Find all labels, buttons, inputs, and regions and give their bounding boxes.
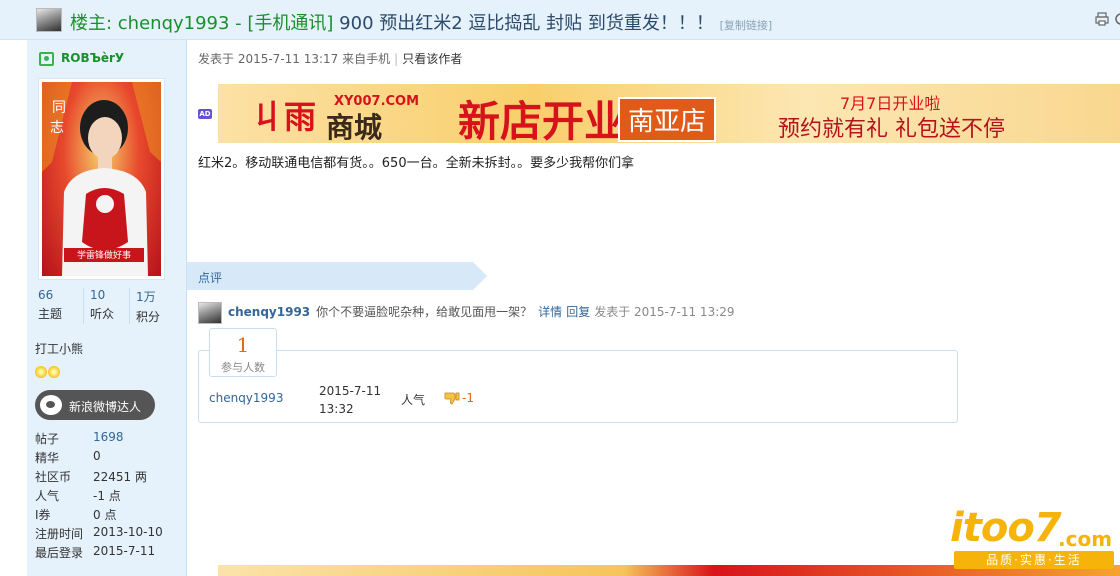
stat-points-value[interactable]: 1万 xyxy=(136,288,174,305)
site-watermark: itoo7 .com 品质·实惠·生活 xyxy=(946,505,1120,571)
svg-text:学雷锋做好事: 学雷锋做好事 xyxy=(77,249,131,261)
stat-points-label: 积分 xyxy=(136,310,161,324)
stat-points[interactable]: 1万 积分 xyxy=(129,288,174,324)
rating-field: 人气 xyxy=(401,393,426,407)
weibo-icon xyxy=(40,395,62,415)
info-value: 0 xyxy=(93,449,101,463)
stat-followers-label: 听众 xyxy=(90,307,115,321)
thumbs-down-icon xyxy=(444,392,460,405)
author-only-link[interactable]: 只看该作者 xyxy=(402,52,462,66)
author-sidebar: ROBЪèrУ 学雷锋做好事 同 志 66 主题 10 听众 1万 积分 打工小… xyxy=(27,40,187,576)
banner-branch: 南亚店 xyxy=(618,97,717,142)
meta-divider: | xyxy=(394,52,399,66)
info-key: 人气 xyxy=(35,489,60,503)
stat-threads[interactable]: 66 主题 xyxy=(38,288,83,324)
print-icon[interactable] xyxy=(1095,12,1109,26)
watermark-logo: itoo7 xyxy=(950,505,1062,551)
post-timestamp: 发表于 2015-7-11 13:17 来自手机 xyxy=(198,52,391,66)
online-status-icon xyxy=(39,52,54,66)
rating-value: -1 xyxy=(462,391,474,405)
post-meta: 发表于 2015-7-11 13:17 来自手机 | 只看该作者 xyxy=(198,50,462,67)
ad-label: AD xyxy=(198,109,212,119)
avatar[interactable]: 学雷锋做好事 同 志 xyxy=(38,78,165,280)
avatar-illustration: 学雷锋做好事 同 志 xyxy=(42,82,161,276)
watermark-tagline: 品质·实惠·生活 xyxy=(954,551,1114,569)
comment-user[interactable]: chenqy1993 xyxy=(228,305,310,319)
comment-time: 发表于 2015-7-11 13:29 xyxy=(594,305,735,319)
info-row: 注册时间 2013-10-10 xyxy=(35,525,185,544)
info-value: 2015-7-11 xyxy=(93,544,156,558)
rating-date-day: 2015-7-11 xyxy=(319,384,382,398)
comment-reply-link[interactable]: 回复 xyxy=(566,305,590,319)
svg-text:同: 同 xyxy=(52,100,66,116)
comments-header: 点评 xyxy=(187,262,487,290)
thread-title: 楼主: chenqy1993 - [手机通讯] 900 预出红米2 逗比捣乱 封… xyxy=(70,9,772,35)
stat-followers-value[interactable]: 10 xyxy=(90,288,128,302)
stat-followers[interactable]: 10 听众 xyxy=(83,288,128,324)
star-icon xyxy=(48,366,60,378)
stat-threads-value[interactable]: 66 xyxy=(38,288,83,302)
banner-slogan: 预约就有礼 礼包送不停 xyxy=(778,117,1005,142)
info-row: 帖子 1698 xyxy=(35,430,185,449)
info-key: 精华 xyxy=(35,451,60,465)
info-key: 帖子 xyxy=(35,432,60,446)
post-body: 红米2。移动联通电信都有货。。650一台。全新未拆封。。要多少我帮你们拿 xyxy=(198,156,635,171)
comment-text: 你个不要逼脸呢杂种，给敢见面甩一架？ xyxy=(316,305,533,319)
info-value: 22451 两 xyxy=(93,470,147,484)
info-row: 人气 -1 点 xyxy=(35,487,185,506)
info-row: 社区币 22451 两 xyxy=(35,468,185,487)
stat-threads-label: 主题 xyxy=(38,307,63,321)
info-value: -1 点 xyxy=(93,489,121,503)
info-value: 2013-10-10 xyxy=(93,525,163,539)
comment-item: chenqy1993 你个不要逼脸呢杂种，给敢见面甩一架？ 详情 回复 发表于 2015… xyxy=(228,303,735,320)
gear-icon[interactable] xyxy=(1113,12,1120,26)
info-key: 注册时间 xyxy=(35,527,84,541)
author-stats: 66 主题 10 听众 1万 积分 xyxy=(27,288,187,324)
info-value-posts[interactable]: 1698 xyxy=(93,430,124,444)
rating-user[interactable]: chenqy1993 xyxy=(209,391,283,405)
author-username[interactable]: ROBЪèrУ xyxy=(61,51,124,65)
watermark-domain: .com xyxy=(1058,527,1113,551)
comments-title: 点评 xyxy=(198,271,223,285)
weibo-badge[interactable]: 新浪微博达人 xyxy=(35,390,155,420)
info-row: 最后登录 2015-7-11 xyxy=(35,544,185,563)
rating-box xyxy=(198,350,958,423)
info-value: 0 点 xyxy=(93,508,117,522)
banner-shop-name: 商城 xyxy=(326,111,383,143)
info-key: 最后登录 xyxy=(35,546,84,560)
rating-count: 1 xyxy=(236,333,250,357)
rating-date-time: 13:32 xyxy=(319,402,354,416)
comment-detail-link[interactable]: 详情 xyxy=(538,305,562,319)
rating-date: 2015-7-11 13:32 xyxy=(319,382,381,418)
user-group[interactable]: 打工小熊 xyxy=(35,340,83,357)
weibo-badge-label: 新浪微博达人 xyxy=(69,400,142,414)
banner-logo: 丩雨 xyxy=(252,98,317,136)
ad-banner[interactable]: 丩雨 XY007.COM 商城 新店开业 南亚店 7月7日开业啦 预约就有礼 礼… xyxy=(218,84,1120,143)
title-prefix[interactable]: 楼主: chenqy1993 - [手机通讯] xyxy=(70,13,333,34)
info-key: 社区币 xyxy=(35,470,72,484)
info-row: I券 0 点 xyxy=(35,506,185,525)
author-thumbnail[interactable] xyxy=(36,8,62,32)
star-icon xyxy=(35,366,47,378)
info-key: I券 xyxy=(35,508,51,522)
svg-text:志: 志 xyxy=(50,120,64,136)
info-row: 精华 0 xyxy=(35,449,185,468)
copy-link-button[interactable]: [复制链接] xyxy=(720,19,773,32)
author-info: 帖子 1698 精华 0 社区币 22451 两 人气 -1 点 I券 0 点 … xyxy=(35,430,185,563)
thread-title-bar: 楼主: chenqy1993 - [手机通讯] 900 预出红米2 逗比捣乱 封… xyxy=(0,0,1120,40)
rating-count-label: 参与人数 xyxy=(221,361,265,374)
avatar-image: 学雷锋做好事 同 志 xyxy=(42,82,161,276)
title-main: 900 预出红米2 逗比捣乱 封贴 到货重发！！！ xyxy=(333,13,714,34)
banner-headline: 新店开业 xyxy=(458,97,627,143)
rating-count-box: 1 参与人数 xyxy=(209,328,277,377)
rank-stars xyxy=(35,366,61,381)
comment-avatar[interactable] xyxy=(198,302,222,324)
